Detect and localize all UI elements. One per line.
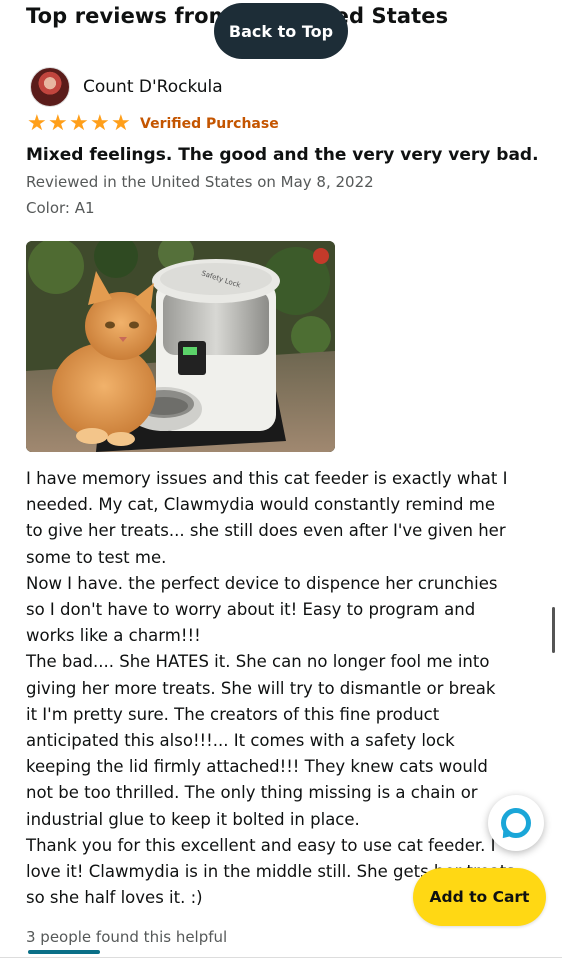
review-body-line: to give her treats... she still does eve… [26, 521, 506, 541]
divider [0, 957, 562, 958]
review-body-line: Thank you for this excellent and easy to… [26, 835, 496, 855]
review-body-line: works like a charm!!! [26, 626, 201, 646]
review-body-line: it I'm pretty sure. The creators of this… [26, 704, 440, 724]
review-page: Top reviews from the United States Back … [0, 0, 562, 960]
star-icon: ★ [90, 111, 110, 136]
rating-row: ★ ★ ★ ★ ★ Verified Purchase [27, 113, 279, 135]
verified-purchase-badge: Verified Purchase [140, 116, 279, 132]
reviewer-profile[interactable]: Count D'Rockula [30, 67, 223, 107]
alexa-icon [501, 808, 531, 838]
add-to-cart-button[interactable]: Add to Cart [413, 868, 546, 926]
back-to-top-button[interactable]: Back to Top [214, 3, 348, 59]
star-icon: ★ [48, 111, 68, 136]
star-icon: ★ [27, 111, 47, 136]
review-photo[interactable]: Safety Lock [26, 241, 335, 452]
helpful-count: 3 people found this helpful [26, 928, 228, 946]
star-rating[interactable]: ★ ★ ★ ★ ★ [27, 113, 132, 135]
reviewer-name[interactable]: Count D'Rockula [83, 77, 223, 97]
review-body-line: not be too thrilled. The only thing miss… [26, 783, 478, 803]
avatar[interactable] [30, 67, 70, 107]
scrollbar-thumb[interactable] [552, 607, 555, 653]
review-body-line: giving her more treats. She will try to … [26, 678, 496, 698]
star-icon: ★ [111, 111, 131, 136]
review-body-line: The bad.... She HATES it. She can no lon… [26, 652, 490, 672]
alexa-button[interactable] [488, 795, 544, 851]
review-body-line: industrial glue to keep it bolted in pla… [26, 809, 360, 829]
review-body-line: anticipated this also!!!... It comes wit… [26, 731, 455, 751]
review-body-line: so I don't have to worry about it! Easy … [26, 600, 476, 620]
review-date: Reviewed in the United States on May 8, … [26, 173, 374, 191]
review-body-line: keeping the lid firmly attached!!! They … [26, 757, 488, 777]
review-body-line: Now I have. the perfect device to dispen… [26, 573, 498, 593]
review-body-line: some to test me. [26, 547, 167, 567]
review-variant: Color: A1 [26, 199, 95, 217]
review-title: Mixed feelings. The good and the very ve… [26, 145, 539, 165]
cat-feeder-photo: Safety Lock [26, 241, 335, 452]
review-body-line: I have memory issues and this cat feeder… [26, 469, 508, 488]
review-body-line: needed. My cat, Clawmydia would constant… [26, 495, 496, 515]
helpful-underline [28, 950, 100, 954]
star-icon: ★ [69, 111, 89, 136]
review-body: I have memory issues and this cat feeder… [26, 466, 546, 911]
